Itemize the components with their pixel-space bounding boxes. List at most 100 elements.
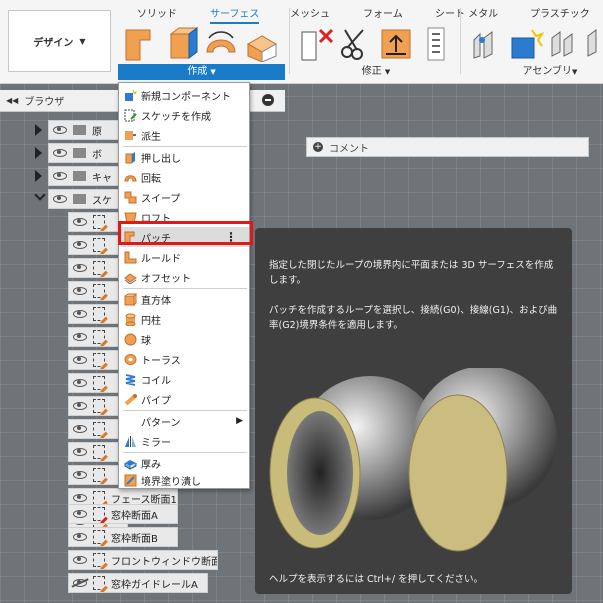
tree-folder-canvas[interactable]: キャ — [48, 166, 128, 186]
menu-item-derive[interactable]: 派生 — [121, 125, 249, 145]
chevron-down-icon: ▼ — [210, 68, 216, 76]
patch-illustration — [269, 368, 557, 552]
modify-group-dropdown[interactable]: 修正 ▼ — [346, 64, 406, 80]
visibility-eye-icon[interactable] — [53, 149, 67, 157]
visibility-eye-icon[interactable] — [73, 356, 87, 364]
visibility-eye-icon[interactable] — [73, 310, 87, 318]
sketch-icon — [93, 284, 105, 298]
menu-item-pattern[interactable]: パターン ▶ — [121, 411, 249, 431]
tree-sketch-item[interactable]: フロントウィンドウ断面 — [68, 550, 218, 570]
menu-item-label: パターン — [141, 417, 181, 429]
collapse-arrow-icon[interactable] — [34, 189, 46, 201]
visibility-eye-icon[interactable] — [73, 218, 87, 226]
visibility-eye-icon[interactable] — [73, 402, 87, 410]
menu-item-create-sketch[interactable]: スケッチを作成 — [121, 105, 249, 125]
sketch-icon — [93, 445, 105, 459]
sketch-icon — [93, 215, 105, 229]
tab-plastic[interactable]: プラスチック — [530, 5, 590, 20]
workspace-dropdown[interactable]: デザイン ▼ — [8, 10, 111, 72]
visibility-eye-icon[interactable] — [73, 241, 87, 249]
expand-arrow-icon[interactable] — [35, 124, 42, 136]
extrude-icon — [125, 151, 135, 163]
visibility-eye-icon[interactable] — [73, 494, 87, 502]
cylinder-icon — [125, 313, 136, 326]
menu-item-extrude[interactable]: 押し出し — [121, 147, 249, 167]
visibility-eye-icon[interactable] — [73, 556, 87, 564]
stitch-tool-icon[interactable] — [418, 26, 454, 62]
visibility-eye-icon[interactable] — [73, 379, 87, 387]
menu-item-coil[interactable]: コイル — [121, 369, 249, 389]
comments-panel[interactable]: + コメント — [306, 137, 589, 157]
menu-item-box[interactable]: 直方体 — [121, 289, 249, 309]
menu-item-thicken[interactable]: 厚み — [121, 453, 249, 473]
visibility-eye-icon[interactable] — [73, 533, 87, 541]
boundary-fill-icon — [124, 474, 137, 487]
assembly-group-dropdown[interactable]: アセンブリ▼ — [510, 64, 590, 80]
expand-arrow-icon[interactable] — [35, 170, 42, 182]
align-tool-icon[interactable] — [586, 26, 603, 62]
menu-item-mirror[interactable]: ミラー — [121, 431, 249, 451]
tree-sketch-item[interactable]: 窓枠断面B — [68, 527, 178, 547]
extrude-tool-icon[interactable] — [163, 26, 199, 62]
expand-arrow-icon[interactable] — [35, 147, 42, 159]
revolve-icon — [124, 174, 137, 181]
sketch-icon — [93, 468, 105, 482]
hidden-eye-icon[interactable] — [73, 579, 87, 587]
visibility-eye-icon[interactable] — [73, 425, 87, 433]
new-component-tool-icon[interactable] — [508, 26, 544, 62]
tab-solid[interactable]: ソリッド — [137, 5, 177, 20]
joint-tool-icon[interactable] — [470, 26, 506, 62]
visibility-eye-icon[interactable] — [73, 471, 87, 479]
sketch-icon — [93, 399, 105, 413]
menu-item-new-component[interactable]: 新規コンポーネント — [121, 85, 249, 105]
menu-item-cylinder[interactable]: 円柱 — [121, 309, 249, 329]
collapse-panel-icon[interactable]: ◀◀ — [6, 96, 18, 105]
tab-sheet-metal[interactable]: シート メタル — [435, 5, 498, 20]
folder-icon — [73, 148, 86, 158]
tree-sketch-item[interactable]: 窓枠ガイドレールA — [68, 573, 208, 593]
revolve-tool-icon[interactable] — [203, 26, 239, 62]
create-group-dropdown[interactable]: 作成 ▼ — [118, 64, 285, 80]
sketch-label: 窓枠断面A — [111, 510, 158, 522]
menu-item-label: 押し出し — [141, 153, 181, 165]
tooltip-description: 指定した閉じたループの境界内に平面または 3D サーフェスを作成します。 — [269, 260, 554, 286]
extend-tool-icon[interactable] — [378, 26, 414, 62]
delete-tool-icon[interactable] — [300, 26, 336, 62]
patch-tool-icon[interactable] — [124, 26, 160, 62]
visibility-eye-icon[interactable] — [73, 448, 87, 456]
submenu-arrow-icon: ▶ — [236, 416, 243, 426]
add-comment-icon[interactable]: + — [313, 142, 323, 152]
visibility-eye-icon[interactable] — [73, 333, 87, 341]
tree-folder-sketches[interactable]: スケ — [48, 189, 128, 209]
torus-icon — [124, 353, 137, 365]
menu-item-label: 厚み — [141, 459, 161, 471]
comments-label: コメント — [329, 143, 369, 155]
menu-item-revolve[interactable]: 回転 — [121, 167, 249, 187]
tree-sketch-item[interactable]: 窓枠断面A — [68, 504, 178, 524]
tree-folder-bodies[interactable]: ボ — [48, 143, 128, 163]
as-built-joint-tool-icon[interactable] — [548, 26, 584, 62]
menu-item-sphere[interactable]: 球 — [121, 329, 249, 349]
tree-folder-origin[interactable]: 原 — [48, 120, 128, 140]
visibility-eye-icon[interactable] — [53, 195, 67, 203]
menu-item-boundary-fill[interactable]: 境界塗り潰し — [121, 473, 249, 488]
visibility-eye-icon[interactable] — [73, 510, 87, 518]
visibility-eye-icon[interactable] — [73, 287, 87, 295]
trim-tool-icon[interactable] — [337, 26, 373, 62]
tab-mesh[interactable]: メッシュ — [290, 5, 330, 20]
tab-surface[interactable]: サーフェス — [210, 5, 260, 24]
menu-item-sweep[interactable]: スイープ — [121, 187, 249, 207]
visibility-eye-icon[interactable] — [53, 172, 67, 180]
minimize-panel-icon[interactable] — [262, 94, 274, 106]
tab-form[interactable]: フォーム — [363, 5, 403, 20]
visibility-eye-icon[interactable] — [53, 126, 67, 134]
sketch-error-icon — [93, 507, 105, 521]
menu-item-torus[interactable]: トーラス — [121, 349, 249, 369]
menu-item-offset[interactable]: オフセット — [121, 267, 249, 287]
menu-item-ruled[interactable]: ルールド — [121, 247, 249, 267]
menu-item-label: トーラス — [141, 355, 181, 367]
visibility-eye-icon[interactable] — [73, 264, 87, 272]
offset-tool-icon[interactable] — [244, 26, 280, 62]
mirror-icon — [125, 435, 136, 447]
menu-item-pipe[interactable]: パイプ — [121, 389, 249, 409]
